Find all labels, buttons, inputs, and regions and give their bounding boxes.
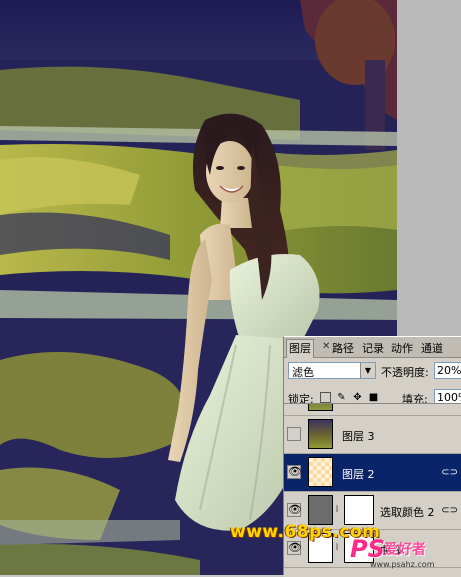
chain-icon: ⧘	[336, 542, 339, 553]
eye-icon[interactable]: 👁	[287, 541, 302, 555]
blend-mode-value: 滤色	[292, 366, 314, 379]
lock-transparency-icon[interactable]	[320, 392, 331, 403]
layer-thumbnail	[308, 457, 333, 487]
logo-sub-text: www.psahz.com	[370, 560, 435, 569]
tab-channels[interactable]: 通道	[421, 341, 443, 356]
adjustment-thumbnail	[308, 495, 333, 525]
lock-move-icon[interactable]: ✥	[352, 392, 363, 403]
eye-icon[interactable]: 👁	[287, 465, 302, 479]
layer-thumbnail	[308, 404, 333, 411]
tab-history[interactable]: 记录	[362, 341, 384, 356]
tab-actions[interactable]: 动作	[391, 341, 413, 356]
tab-layers[interactable]: 图层	[286, 339, 314, 358]
link-icon: ⊂⊃	[441, 467, 458, 478]
chevron-down-icon[interactable]: ▼	[360, 363, 375, 378]
layer-name: 图层 3	[342, 430, 375, 443]
link-icon: ⊂⊃	[441, 505, 458, 516]
logo-ps-text: PS	[350, 535, 385, 563]
chain-icon: ⧘	[336, 504, 339, 515]
canvas-gray-margin	[397, 0, 461, 336]
layer-row-selected[interactable]: 👁 图层 2 ⊂⊃	[284, 454, 461, 492]
opacity-input[interactable]: 20%	[434, 362, 461, 379]
blend-mode-select[interactable]: 滤色 ▼	[288, 362, 376, 379]
tab-paths[interactable]: 路径	[332, 341, 354, 356]
layer-thumbnail	[308, 419, 333, 449]
watermark-logo: PS 爱好者 www.psahz.com	[350, 535, 454, 569]
close-icon[interactable]: ✕	[322, 341, 330, 352]
panel-tab-bar: 图层 ✕ 路径 记录 动作 通道	[284, 337, 461, 358]
layer-row[interactable]	[284, 404, 461, 416]
logo-cn-text: 爱好者	[384, 542, 426, 558]
eye-icon[interactable]: 👁	[287, 503, 302, 517]
layer-name: 图层 2	[342, 468, 375, 481]
mask-thumbnail	[344, 495, 374, 525]
lock-all-icon[interactable]: ■	[368, 392, 379, 403]
opacity-label: 不透明度:	[381, 366, 429, 379]
visibility-toggle[interactable]	[287, 427, 301, 441]
lock-paint-icon[interactable]: ✎	[336, 392, 347, 403]
layer-name: 选取颜色 2	[380, 506, 435, 519]
layer-row[interactable]: 图层 3	[284, 416, 461, 454]
